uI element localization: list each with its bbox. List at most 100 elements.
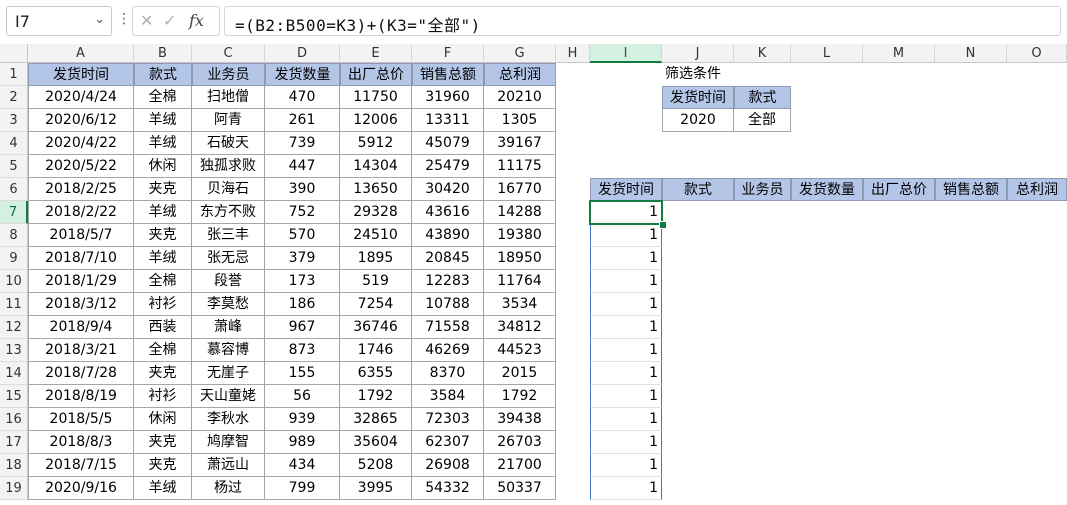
table-cell[interactable]: 阿青 xyxy=(192,109,265,132)
table-cell[interactable]: 1792 xyxy=(340,385,412,408)
table-cell[interactable]: 14288 xyxy=(484,201,556,224)
table-cell[interactable]: 6355 xyxy=(340,362,412,385)
table-cell[interactable]: 20845 xyxy=(412,247,484,270)
table-cell[interactable]: 西装 xyxy=(134,316,192,339)
column-header-i[interactable]: I xyxy=(590,44,662,63)
result-cell-i[interactable]: 1 xyxy=(590,201,662,224)
formula-input[interactable]: =(B2:B500=K3)+(K3="全部") xyxy=(224,6,1061,36)
result-header-cell[interactable]: 款式 xyxy=(662,178,734,201)
table-cell[interactable]: 2018/3/21 xyxy=(28,339,134,362)
table-cell[interactable]: 全棉 xyxy=(134,339,192,362)
table-cell[interactable]: 470 xyxy=(265,86,340,109)
table-cell[interactable]: 11750 xyxy=(340,86,412,109)
table-cell[interactable]: 739 xyxy=(265,132,340,155)
row-header-5[interactable]: 5 xyxy=(0,155,28,178)
row-header-14[interactable]: 14 xyxy=(0,362,28,385)
table-cell[interactable]: 2015 xyxy=(484,362,556,385)
column-header-n[interactable]: N xyxy=(935,44,1007,63)
column-header-o[interactable]: O xyxy=(1007,44,1067,63)
fill-handle[interactable] xyxy=(659,221,667,229)
table-cell[interactable]: 8370 xyxy=(412,362,484,385)
table-cell[interactable]: 2018/2/22 xyxy=(28,201,134,224)
table-cell[interactable]: 447 xyxy=(265,155,340,178)
table-cell[interactable]: 2020/6/12 xyxy=(28,109,134,132)
row-header-17[interactable]: 17 xyxy=(0,431,28,454)
table-cell[interactable]: 14304 xyxy=(340,155,412,178)
table-cell[interactable]: 967 xyxy=(265,316,340,339)
column-header-j[interactable]: J xyxy=(662,44,734,63)
result-header-cell[interactable]: 出厂总价 xyxy=(863,178,935,201)
table-cell[interactable]: 13650 xyxy=(340,178,412,201)
table-cell[interactable]: 390 xyxy=(265,178,340,201)
column-header-f[interactable]: F xyxy=(412,44,484,63)
table-header-cell[interactable]: 业务员 xyxy=(192,63,265,86)
row-header-4[interactable]: 4 xyxy=(0,132,28,155)
enter-icon[interactable]: ✓ xyxy=(163,11,176,30)
row-header-10[interactable]: 10 xyxy=(0,270,28,293)
table-cell[interactable]: 2018/8/19 xyxy=(28,385,134,408)
table-cell[interactable]: 873 xyxy=(265,339,340,362)
table-cell[interactable]: 570 xyxy=(265,224,340,247)
result-header-cell[interactable]: 业务员 xyxy=(734,178,791,201)
table-cell[interactable]: 张无忌 xyxy=(192,247,265,270)
table-cell[interactable]: 羊绒 xyxy=(134,132,192,155)
result-cell-i[interactable]: 1 xyxy=(590,408,662,431)
table-cell[interactable]: 全棉 xyxy=(134,270,192,293)
table-cell[interactable]: 752 xyxy=(265,201,340,224)
table-cell[interactable]: 东方不败 xyxy=(192,201,265,224)
table-cell[interactable]: 799 xyxy=(265,477,340,500)
table-cell[interactable]: 34812 xyxy=(484,316,556,339)
column-header-l[interactable]: L xyxy=(791,44,863,63)
table-cell[interactable]: 12006 xyxy=(340,109,412,132)
row-header-3[interactable]: 3 xyxy=(0,109,28,132)
table-cell[interactable]: 2020/4/22 xyxy=(28,132,134,155)
table-cell[interactable]: 休闲 xyxy=(134,155,192,178)
table-cell[interactable]: 56 xyxy=(265,385,340,408)
table-cell[interactable]: 44523 xyxy=(484,339,556,362)
row-header-13[interactable]: 13 xyxy=(0,339,28,362)
table-cell[interactable]: 夹克 xyxy=(134,454,192,477)
row-header-18[interactable]: 18 xyxy=(0,454,28,477)
table-cell[interactable]: 杨过 xyxy=(192,477,265,500)
table-cell[interactable]: 衬衫 xyxy=(134,385,192,408)
table-cell[interactable]: 2018/2/25 xyxy=(28,178,134,201)
table-cell[interactable]: 夹克 xyxy=(134,178,192,201)
table-cell[interactable]: 54332 xyxy=(412,477,484,500)
table-cell[interactable]: 39438 xyxy=(484,408,556,431)
table-cell[interactable]: 62307 xyxy=(412,431,484,454)
table-cell[interactable]: 羊绒 xyxy=(134,201,192,224)
table-cell[interactable]: 25479 xyxy=(412,155,484,178)
table-cell[interactable]: 939 xyxy=(265,408,340,431)
table-cell[interactable]: 2018/3/12 xyxy=(28,293,134,316)
table-cell[interactable]: 11175 xyxy=(484,155,556,178)
table-cell[interactable]: 5208 xyxy=(340,454,412,477)
table-cell[interactable]: 36746 xyxy=(340,316,412,339)
table-cell[interactable]: 16770 xyxy=(484,178,556,201)
table-cell[interactable]: 10788 xyxy=(412,293,484,316)
column-header-d[interactable]: D xyxy=(265,44,340,63)
table-cell[interactable]: 2020/4/24 xyxy=(28,86,134,109)
table-cell[interactable]: 萧峰 xyxy=(192,316,265,339)
result-cell-i[interactable]: 1 xyxy=(590,247,662,270)
table-cell[interactable]: 休闲 xyxy=(134,408,192,431)
table-cell[interactable]: 379 xyxy=(265,247,340,270)
table-cell[interactable]: 2020/5/22 xyxy=(28,155,134,178)
row-header-15[interactable]: 15 xyxy=(0,385,28,408)
table-cell[interactable]: 2018/7/28 xyxy=(28,362,134,385)
table-cell[interactable]: 7254 xyxy=(340,293,412,316)
column-header-k[interactable]: K xyxy=(734,44,791,63)
table-cell[interactable]: 50337 xyxy=(484,477,556,500)
table-cell[interactable]: 天山童姥 xyxy=(192,385,265,408)
table-cell[interactable]: 3995 xyxy=(340,477,412,500)
table-header-cell[interactable]: 出厂总价 xyxy=(340,63,412,86)
table-cell[interactable]: 2018/5/5 xyxy=(28,408,134,431)
table-header-cell[interactable]: 款式 xyxy=(134,63,192,86)
table-cell[interactable]: 鸠摩智 xyxy=(192,431,265,454)
table-cell[interactable]: 19380 xyxy=(484,224,556,247)
table-cell[interactable]: 13311 xyxy=(412,109,484,132)
table-header-cell[interactable]: 销售总额 xyxy=(412,63,484,86)
column-header-g[interactable]: G xyxy=(484,44,556,63)
table-cell[interactable]: 173 xyxy=(265,270,340,293)
table-cell[interactable]: 石破天 xyxy=(192,132,265,155)
table-cell[interactable]: 43616 xyxy=(412,201,484,224)
